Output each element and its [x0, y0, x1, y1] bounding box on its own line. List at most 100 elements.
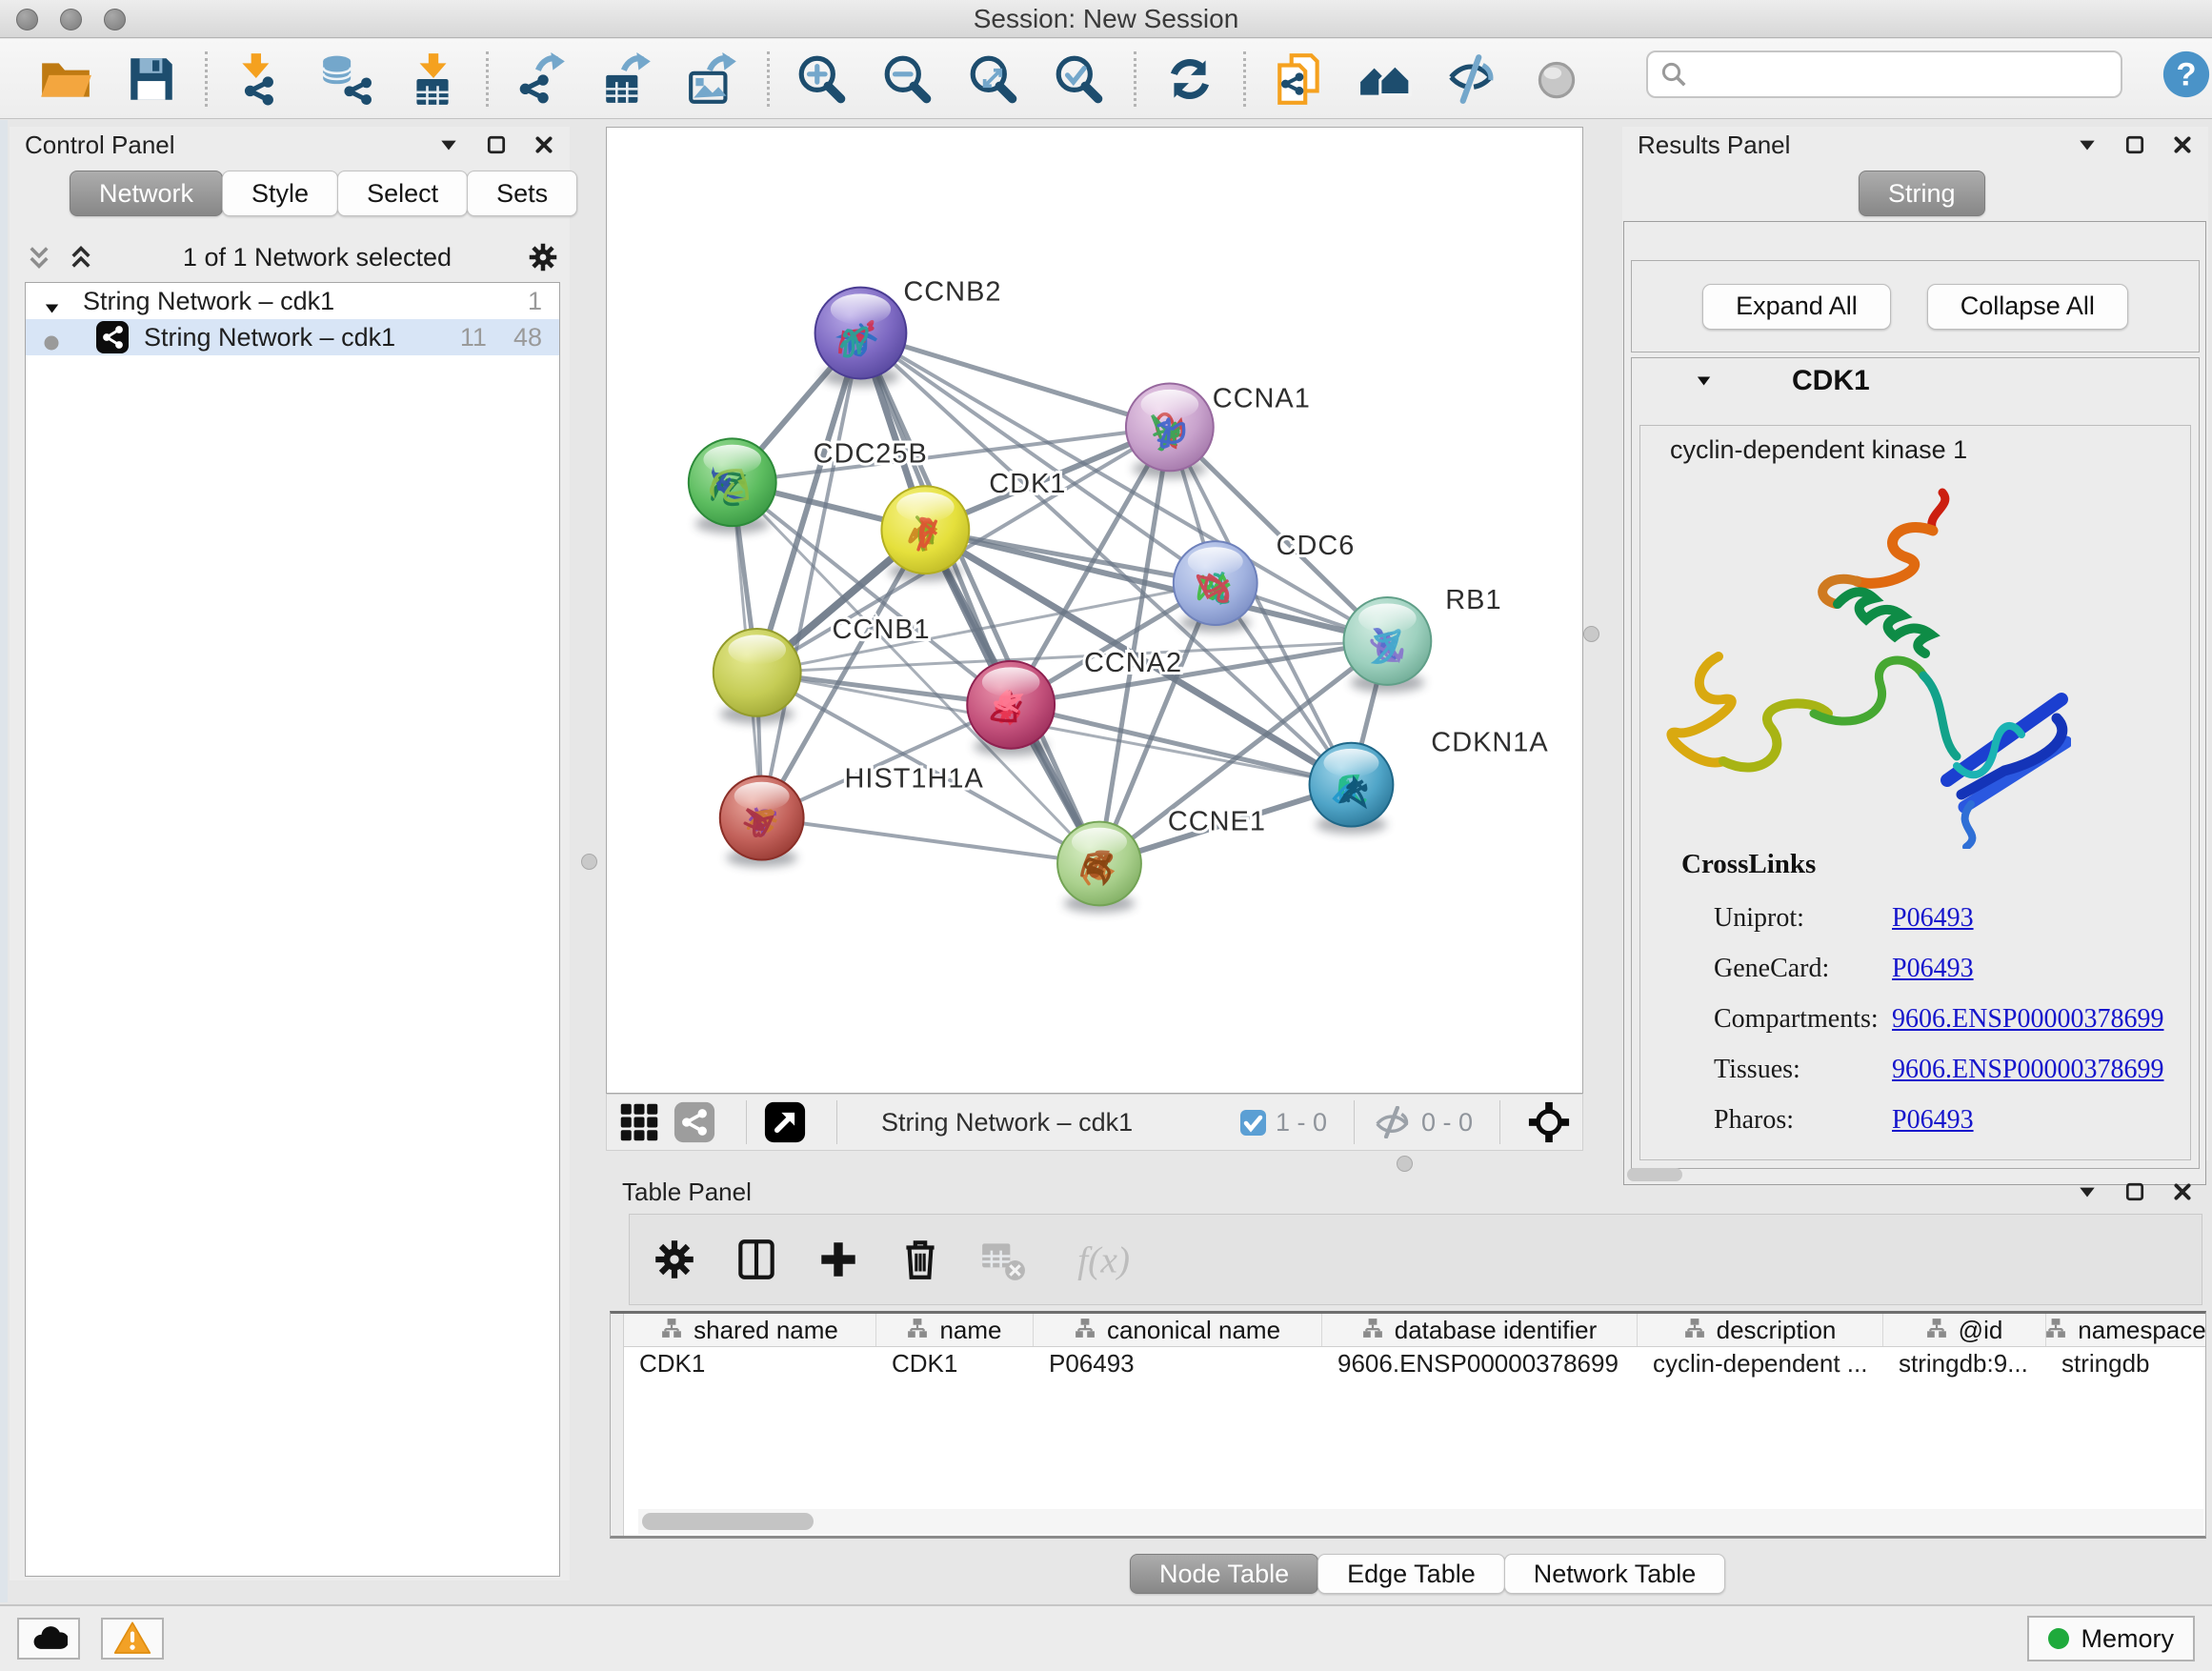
- memory-button[interactable]: Memory: [2027, 1616, 2195, 1661]
- selected-checkbox[interactable]: [1240, 1110, 1266, 1136]
- edge-CCNB2-HIST1H1A[interactable]: [762, 333, 861, 818]
- expand-all-chevron-icon[interactable]: [25, 245, 53, 270]
- column-header--id[interactable]: @id: [1883, 1314, 2046, 1346]
- splitter-handle-right[interactable]: [1583, 626, 1599, 642]
- network-node-CCNE1[interactable]: CCNE1: [1057, 807, 1266, 913]
- gene-name: CDK1: [1792, 365, 1870, 397]
- control-panel-close-icon[interactable]: [533, 134, 554, 155]
- export-image-icon[interactable]: [686, 51, 741, 107]
- splitter-handle-left[interactable]: [581, 854, 597, 870]
- tree-expander-icon[interactable]: [43, 293, 62, 309]
- hide-selected-icon[interactable]: [1443, 51, 1498, 107]
- tab-string[interactable]: String: [1859, 171, 1985, 216]
- tab-network-table[interactable]: Network Table: [1504, 1554, 1726, 1594]
- refresh-icon[interactable]: [1162, 51, 1217, 107]
- control-panel-float-icon[interactable]: [486, 134, 507, 155]
- open-session-icon[interactable]: [38, 51, 93, 107]
- network-node-HIST1H1A[interactable]: HIST1H1A: [720, 764, 984, 867]
- tab-node-table[interactable]: Node Table: [1130, 1554, 1318, 1594]
- minimize-window-icon[interactable]: [60, 9, 82, 30]
- tab-sets[interactable]: Sets: [467, 171, 577, 216]
- table-cell[interactable]: CDK1: [624, 1347, 876, 1379]
- crosslink-link[interactable]: 9606.ENSP00000378699: [1892, 1055, 2163, 1085]
- zoom-fit-icon[interactable]: [967, 51, 1022, 107]
- column-header-namespace[interactable]: namespace: [2046, 1314, 2205, 1346]
- section-expander-icon[interactable]: [1695, 373, 1714, 389]
- crosslink-link[interactable]: P06493: [1892, 903, 1974, 934]
- search-box[interactable]: [1646, 50, 2122, 98]
- cloud-button[interactable]: [17, 1618, 80, 1660]
- table-scrollbar-thumb[interactable]: [642, 1513, 814, 1530]
- crosslink-link[interactable]: 9606.ENSP00000378699: [1892, 1004, 2163, 1035]
- close-window-icon[interactable]: [16, 9, 38, 30]
- zoom-window-icon[interactable]: [104, 9, 126, 30]
- network-collection-row[interactable]: String Network – cdk1 1: [26, 283, 559, 319]
- column-header-description[interactable]: description: [1638, 1314, 1883, 1346]
- import-network-icon[interactable]: [233, 51, 289, 107]
- results-panel-float-icon[interactable]: [2124, 134, 2145, 155]
- share-view-icon[interactable]: [674, 1101, 715, 1143]
- birdseye-view-icon[interactable]: [764, 1101, 806, 1143]
- collapse-all-button[interactable]: Collapse All: [1927, 284, 2128, 330]
- results-panel-menu-icon[interactable]: [2077, 134, 2098, 155]
- crosslink-link[interactable]: P06493: [1892, 1105, 1974, 1136]
- edge-CCNB2-RB1[interactable]: [860, 333, 1387, 641]
- crosslink-link[interactable]: P06493: [1892, 954, 1974, 984]
- table-panel-menu-icon[interactable]: [2077, 1181, 2098, 1202]
- network-row[interactable]: String Network – cdk1 11 48: [26, 319, 559, 355]
- network-options-gear-icon[interactable]: [526, 240, 560, 274]
- export-table-icon[interactable]: [600, 51, 655, 107]
- zoom-in-icon[interactable]: [795, 51, 851, 107]
- tab-style[interactable]: Style: [222, 171, 338, 216]
- column-header-canonical-name[interactable]: canonical name: [1034, 1314, 1322, 1346]
- delete-row-icon[interactable]: [896, 1236, 944, 1283]
- table-row[interactable]: CDK1CDK1P064939606.ENSP00000378699cyclin…: [624, 1347, 2205, 1379]
- table-cell[interactable]: cyclin-dependent ...: [1638, 1347, 1883, 1379]
- tab-network[interactable]: Network: [70, 171, 223, 216]
- save-session-icon[interactable]: [124, 51, 179, 107]
- fit-selected-target-icon[interactable]: [1527, 1100, 1571, 1144]
- column-header-name[interactable]: name: [876, 1314, 1034, 1346]
- edge-CCNB2-CCNA1[interactable]: [860, 333, 1169, 428]
- zoom-selected-icon[interactable]: [1053, 51, 1108, 107]
- network-node-RB1[interactable]: RB1: [1343, 585, 1501, 693]
- network-canvas[interactable]: CCNB2 CCNA1 CDC25B CDK1 CDC6: [606, 127, 1583, 1094]
- table-cell[interactable]: 9606.ENSP00000378699: [1322, 1347, 1638, 1379]
- edge-HIST1H1A-CCNE1[interactable]: [762, 818, 1099, 864]
- network-node-CCNA1[interactable]: CCNA1: [1126, 383, 1311, 478]
- expand-all-button[interactable]: Expand All: [1702, 284, 1891, 330]
- help-button[interactable]: ?: [2161, 49, 2212, 100]
- grid-view-icon[interactable]: [618, 1101, 660, 1143]
- table-panel-close-icon[interactable]: [2172, 1181, 2193, 1202]
- table-cell[interactable]: stringdb: [2046, 1347, 2205, 1379]
- table-panel-float-icon[interactable]: [2124, 1181, 2145, 1202]
- table-cell[interactable]: stringdb:9...: [1883, 1347, 2046, 1379]
- settings-icon[interactable]: [651, 1236, 698, 1283]
- column-header-database-identifier[interactable]: database identifier: [1322, 1314, 1638, 1346]
- table-cell[interactable]: P06493: [1034, 1347, 1322, 1379]
- results-panel-close-icon[interactable]: [2172, 134, 2193, 155]
- edge-CCNA2-CDKN1A[interactable]: [1011, 705, 1351, 785]
- table-cell[interactable]: CDK1: [876, 1347, 1034, 1379]
- collapse-all-chevron-icon[interactable]: [67, 245, 95, 270]
- add-row-icon[interactable]: [814, 1236, 862, 1283]
- tab-edge-table[interactable]: Edge Table: [1317, 1554, 1505, 1594]
- control-panel-menu-icon[interactable]: [438, 134, 459, 155]
- home-icon[interactable]: [1357, 51, 1413, 107]
- share-document-icon[interactable]: [1272, 51, 1327, 107]
- zoom-out-icon[interactable]: [881, 51, 936, 107]
- table-horizontal-scrollbar[interactable]: [638, 1509, 2203, 1534]
- import-database-icon[interactable]: [319, 51, 374, 107]
- column-header-shared-name[interactable]: shared name: [624, 1314, 876, 1346]
- splitter-handle-bottom[interactable]: [1397, 1156, 1413, 1172]
- warning-button[interactable]: [101, 1618, 164, 1660]
- export-network-icon[interactable]: [514, 51, 570, 107]
- import-table-icon[interactable]: [405, 51, 460, 107]
- insert-column-icon[interactable]: [733, 1236, 780, 1283]
- tab-select[interactable]: Select: [337, 171, 468, 216]
- gene-section-header[interactable]: CDK1: [1632, 358, 2199, 404]
- preview-icon[interactable]: [1529, 51, 1584, 107]
- network-node-CCNB2[interactable]: CCNB2: [815, 277, 1002, 387]
- search-input[interactable]: [1688, 55, 2121, 93]
- network-node-CDKN1A[interactable]: CDKN1A: [1310, 728, 1549, 834]
